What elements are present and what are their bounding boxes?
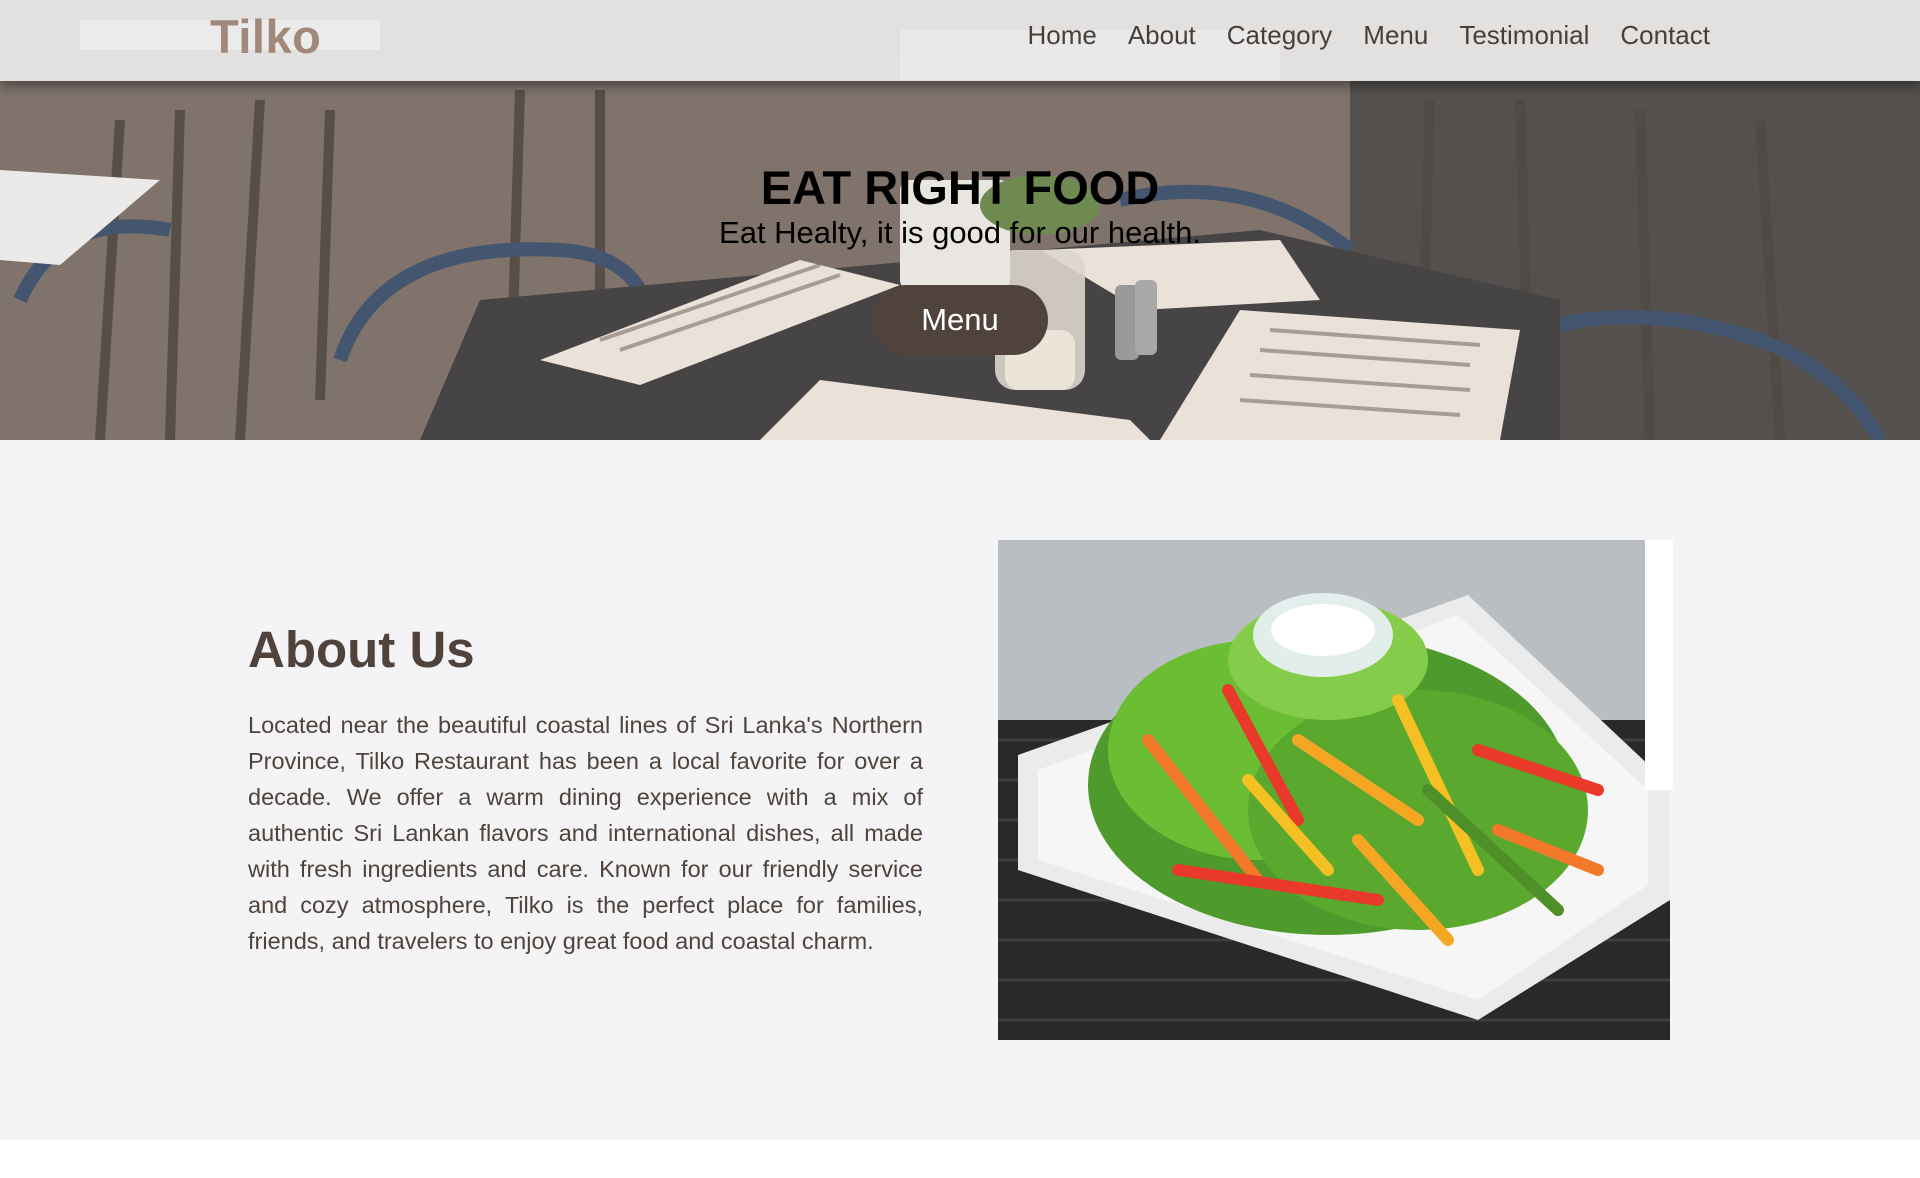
brand-logo[interactable]: Tilko [210,9,321,64]
nav-link-testimonial[interactable]: Testimonial [1459,20,1589,51]
about-section: About Us Located near the beautiful coas… [0,440,1920,1140]
nav-link-menu[interactable]: Menu [1363,20,1428,51]
hero-subtitle: Eat Healty, it is good for our health. [719,215,1201,250]
hero-title: EAT RIGHT FOOD [760,161,1160,214]
hero-menu-button[interactable]: Menu [872,285,1048,355]
image-frame-strip [1645,540,1673,790]
nav-link-contact[interactable]: Contact [1620,20,1710,51]
nav-link-category[interactable]: Category [1227,20,1333,51]
nav-links: Home About Category Menu Testimonial Con… [1027,20,1710,51]
about-heading: About Us [248,621,475,678]
navbar: Tilko Home About Category Menu Testimoni… [0,0,1920,81]
nav-link-about[interactable]: About [1128,20,1196,51]
about-salad-image [998,540,1670,1040]
nav-link-home[interactable]: Home [1027,20,1096,51]
about-paragraph: Located near the beautiful coastal lines… [248,712,923,954]
